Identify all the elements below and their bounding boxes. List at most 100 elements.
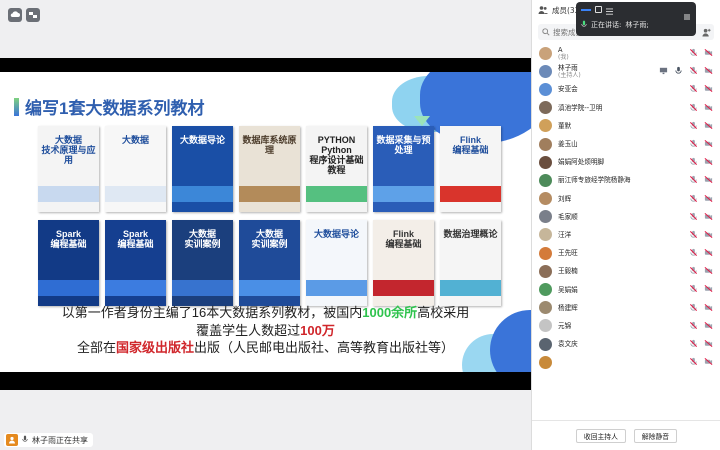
camera-off-icon[interactable] bbox=[704, 139, 713, 148]
window-icon[interactable] bbox=[595, 6, 602, 13]
members-panel-footer: 收回主持人 解除静音 bbox=[532, 420, 720, 450]
book-title: 数据治理概论 bbox=[443, 229, 498, 239]
camera-off-icon[interactable] bbox=[704, 121, 713, 130]
member-name: 滇池学院--卫明 bbox=[558, 104, 602, 112]
member-name-text: A bbox=[558, 45, 563, 54]
mic-muted-icon[interactable] bbox=[689, 303, 698, 312]
book-title: PYTHON Python 程序设计基础教程 bbox=[309, 135, 364, 175]
cover-graphic bbox=[239, 280, 300, 296]
member-role: (主持人) bbox=[558, 71, 581, 79]
member-row[interactable]: 董默 bbox=[532, 117, 720, 135]
camera-off-icon[interactable] bbox=[704, 321, 713, 330]
member-status-icons bbox=[689, 339, 713, 348]
member-row[interactable]: 滇池学院--卫明 bbox=[532, 99, 720, 117]
cover-graphic bbox=[373, 186, 434, 202]
invite-icon[interactable] bbox=[698, 24, 714, 40]
mic-muted-icon[interactable] bbox=[689, 139, 698, 148]
person-icon bbox=[6, 434, 18, 446]
camera-off-icon[interactable] bbox=[704, 66, 713, 75]
layout-switch-icon[interactable] bbox=[26, 8, 40, 22]
minimize-icon[interactable] bbox=[581, 8, 591, 11]
member-status-icons bbox=[689, 121, 713, 130]
camera-off-icon[interactable] bbox=[704, 103, 713, 112]
member-name-text: 董默 bbox=[558, 121, 572, 130]
camera-off-icon[interactable] bbox=[704, 266, 713, 275]
book-cover: Flink 编程基础 bbox=[440, 126, 501, 212]
member-status-icons bbox=[689, 321, 713, 330]
member-name-text: 娟娟阿处烦明脚 bbox=[558, 158, 605, 167]
reclaim-host-button[interactable]: 收回主持人 bbox=[575, 428, 626, 443]
collapse-icon[interactable] bbox=[683, 6, 691, 19]
member-row[interactable]: 王先旺 bbox=[532, 244, 720, 262]
mic-muted-icon[interactable] bbox=[689, 103, 698, 112]
book-title: 大数据导论 bbox=[179, 135, 225, 145]
mic-muted-icon[interactable] bbox=[689, 175, 698, 184]
member-row[interactable] bbox=[532, 353, 720, 371]
speaker-name: 林子雨; bbox=[625, 20, 649, 29]
mic-muted-icon[interactable] bbox=[689, 194, 698, 203]
mic-muted-icon[interactable] bbox=[689, 284, 698, 293]
cover-graphic bbox=[38, 186, 99, 202]
sharing-status-bar[interactable]: 林子雨正在共享 bbox=[4, 433, 93, 447]
member-row[interactable]: 袁文庆 bbox=[532, 335, 720, 353]
member-row[interactable]: 刘辉 bbox=[532, 190, 720, 208]
camera-off-icon[interactable] bbox=[704, 284, 713, 293]
caption-text: 高校采用 bbox=[417, 305, 470, 320]
member-row[interactable]: 林子雨 (主持人) bbox=[532, 62, 720, 80]
camera-off-icon[interactable] bbox=[704, 248, 713, 257]
camera-off-icon[interactable] bbox=[704, 194, 713, 203]
camera-off-icon[interactable] bbox=[704, 157, 713, 166]
camera-off-icon[interactable] bbox=[704, 175, 713, 184]
member-row[interactable]: 娟娟阿处烦明脚 bbox=[532, 153, 720, 171]
mic-muted-icon[interactable] bbox=[689, 266, 698, 275]
mic-muted-icon[interactable] bbox=[689, 212, 698, 221]
book-cover: 大数据导论 bbox=[172, 126, 233, 212]
mic-muted-icon[interactable] bbox=[689, 230, 698, 239]
book-cover: 大数据 技术原理与应用 bbox=[38, 126, 99, 212]
camera-off-icon[interactable] bbox=[704, 84, 713, 93]
camera-off-icon[interactable] bbox=[704, 339, 713, 348]
mic-muted-icon[interactable] bbox=[689, 66, 698, 75]
shared-screen-area: 编写1套大数据系列教材 大数据 技术原理与应用 大数据 大数据导论 数据库系统原理 PY… bbox=[0, 0, 531, 450]
avatar bbox=[539, 210, 552, 224]
member-row[interactable]: 安亚会 bbox=[532, 80, 720, 98]
mic-muted-icon[interactable] bbox=[689, 157, 698, 166]
member-row[interactable]: 杨建辉 bbox=[532, 299, 720, 317]
camera-off-icon[interactable] bbox=[704, 357, 713, 366]
camera-off-icon[interactable] bbox=[704, 303, 713, 312]
member-name-text: 袁文庆 bbox=[558, 340, 578, 349]
book-title: 大数据导论 bbox=[313, 229, 359, 239]
mic-muted-icon[interactable] bbox=[689, 84, 698, 93]
member-row[interactable]: 丽江师专旅经学院杨静海 bbox=[532, 171, 720, 189]
camera-off-icon[interactable] bbox=[704, 230, 713, 239]
member-row[interactable]: 吴娟娟 bbox=[532, 280, 720, 298]
mic-muted-icon[interactable] bbox=[689, 48, 698, 57]
member-name-text: 毛家顺 bbox=[558, 212, 578, 221]
member-row[interactable]: 汪洋 bbox=[532, 226, 720, 244]
camera-off-icon[interactable] bbox=[704, 212, 713, 221]
member-row[interactable]: 王毅楠 bbox=[532, 262, 720, 280]
book-row-1: 大数据 技术原理与应用 大数据 大数据导论 数据库系统原理 PYTHON Python … bbox=[38, 126, 508, 212]
member-row[interactable]: 元锦 bbox=[532, 317, 720, 335]
list-icon[interactable] bbox=[606, 0, 613, 19]
avatar bbox=[539, 246, 552, 260]
book-cover: 大数据 bbox=[105, 126, 166, 212]
mic-muted-icon[interactable] bbox=[689, 321, 698, 330]
member-status-icons bbox=[689, 357, 713, 366]
mic-muted-icon[interactable] bbox=[689, 357, 698, 366]
book-title: 大数据 技术原理与应用 bbox=[41, 135, 96, 165]
member-name: 王先旺 bbox=[558, 249, 578, 257]
mic-muted-icon[interactable] bbox=[689, 339, 698, 348]
cloud-icon[interactable] bbox=[8, 8, 22, 22]
slide-content: 编写1套大数据系列教材 大数据 技术原理与应用 大数据 大数据导论 数据库系统原理 PY… bbox=[0, 72, 531, 372]
mic-on-icon[interactable] bbox=[674, 66, 683, 75]
avatar bbox=[539, 137, 552, 151]
unmute-all-button[interactable]: 解除静音 bbox=[633, 428, 678, 443]
member-row[interactable]: 姜玉山 bbox=[532, 135, 720, 153]
mic-muted-icon[interactable] bbox=[689, 121, 698, 130]
member-row[interactable]: A (我) bbox=[532, 44, 720, 62]
member-row[interactable]: 毛家顺 bbox=[532, 208, 720, 226]
mic-muted-icon[interactable] bbox=[689, 248, 698, 257]
speaker-floating-bar[interactable]: 正在讲话: 林子雨; bbox=[576, 2, 696, 36]
camera-off-icon[interactable] bbox=[704, 48, 713, 57]
